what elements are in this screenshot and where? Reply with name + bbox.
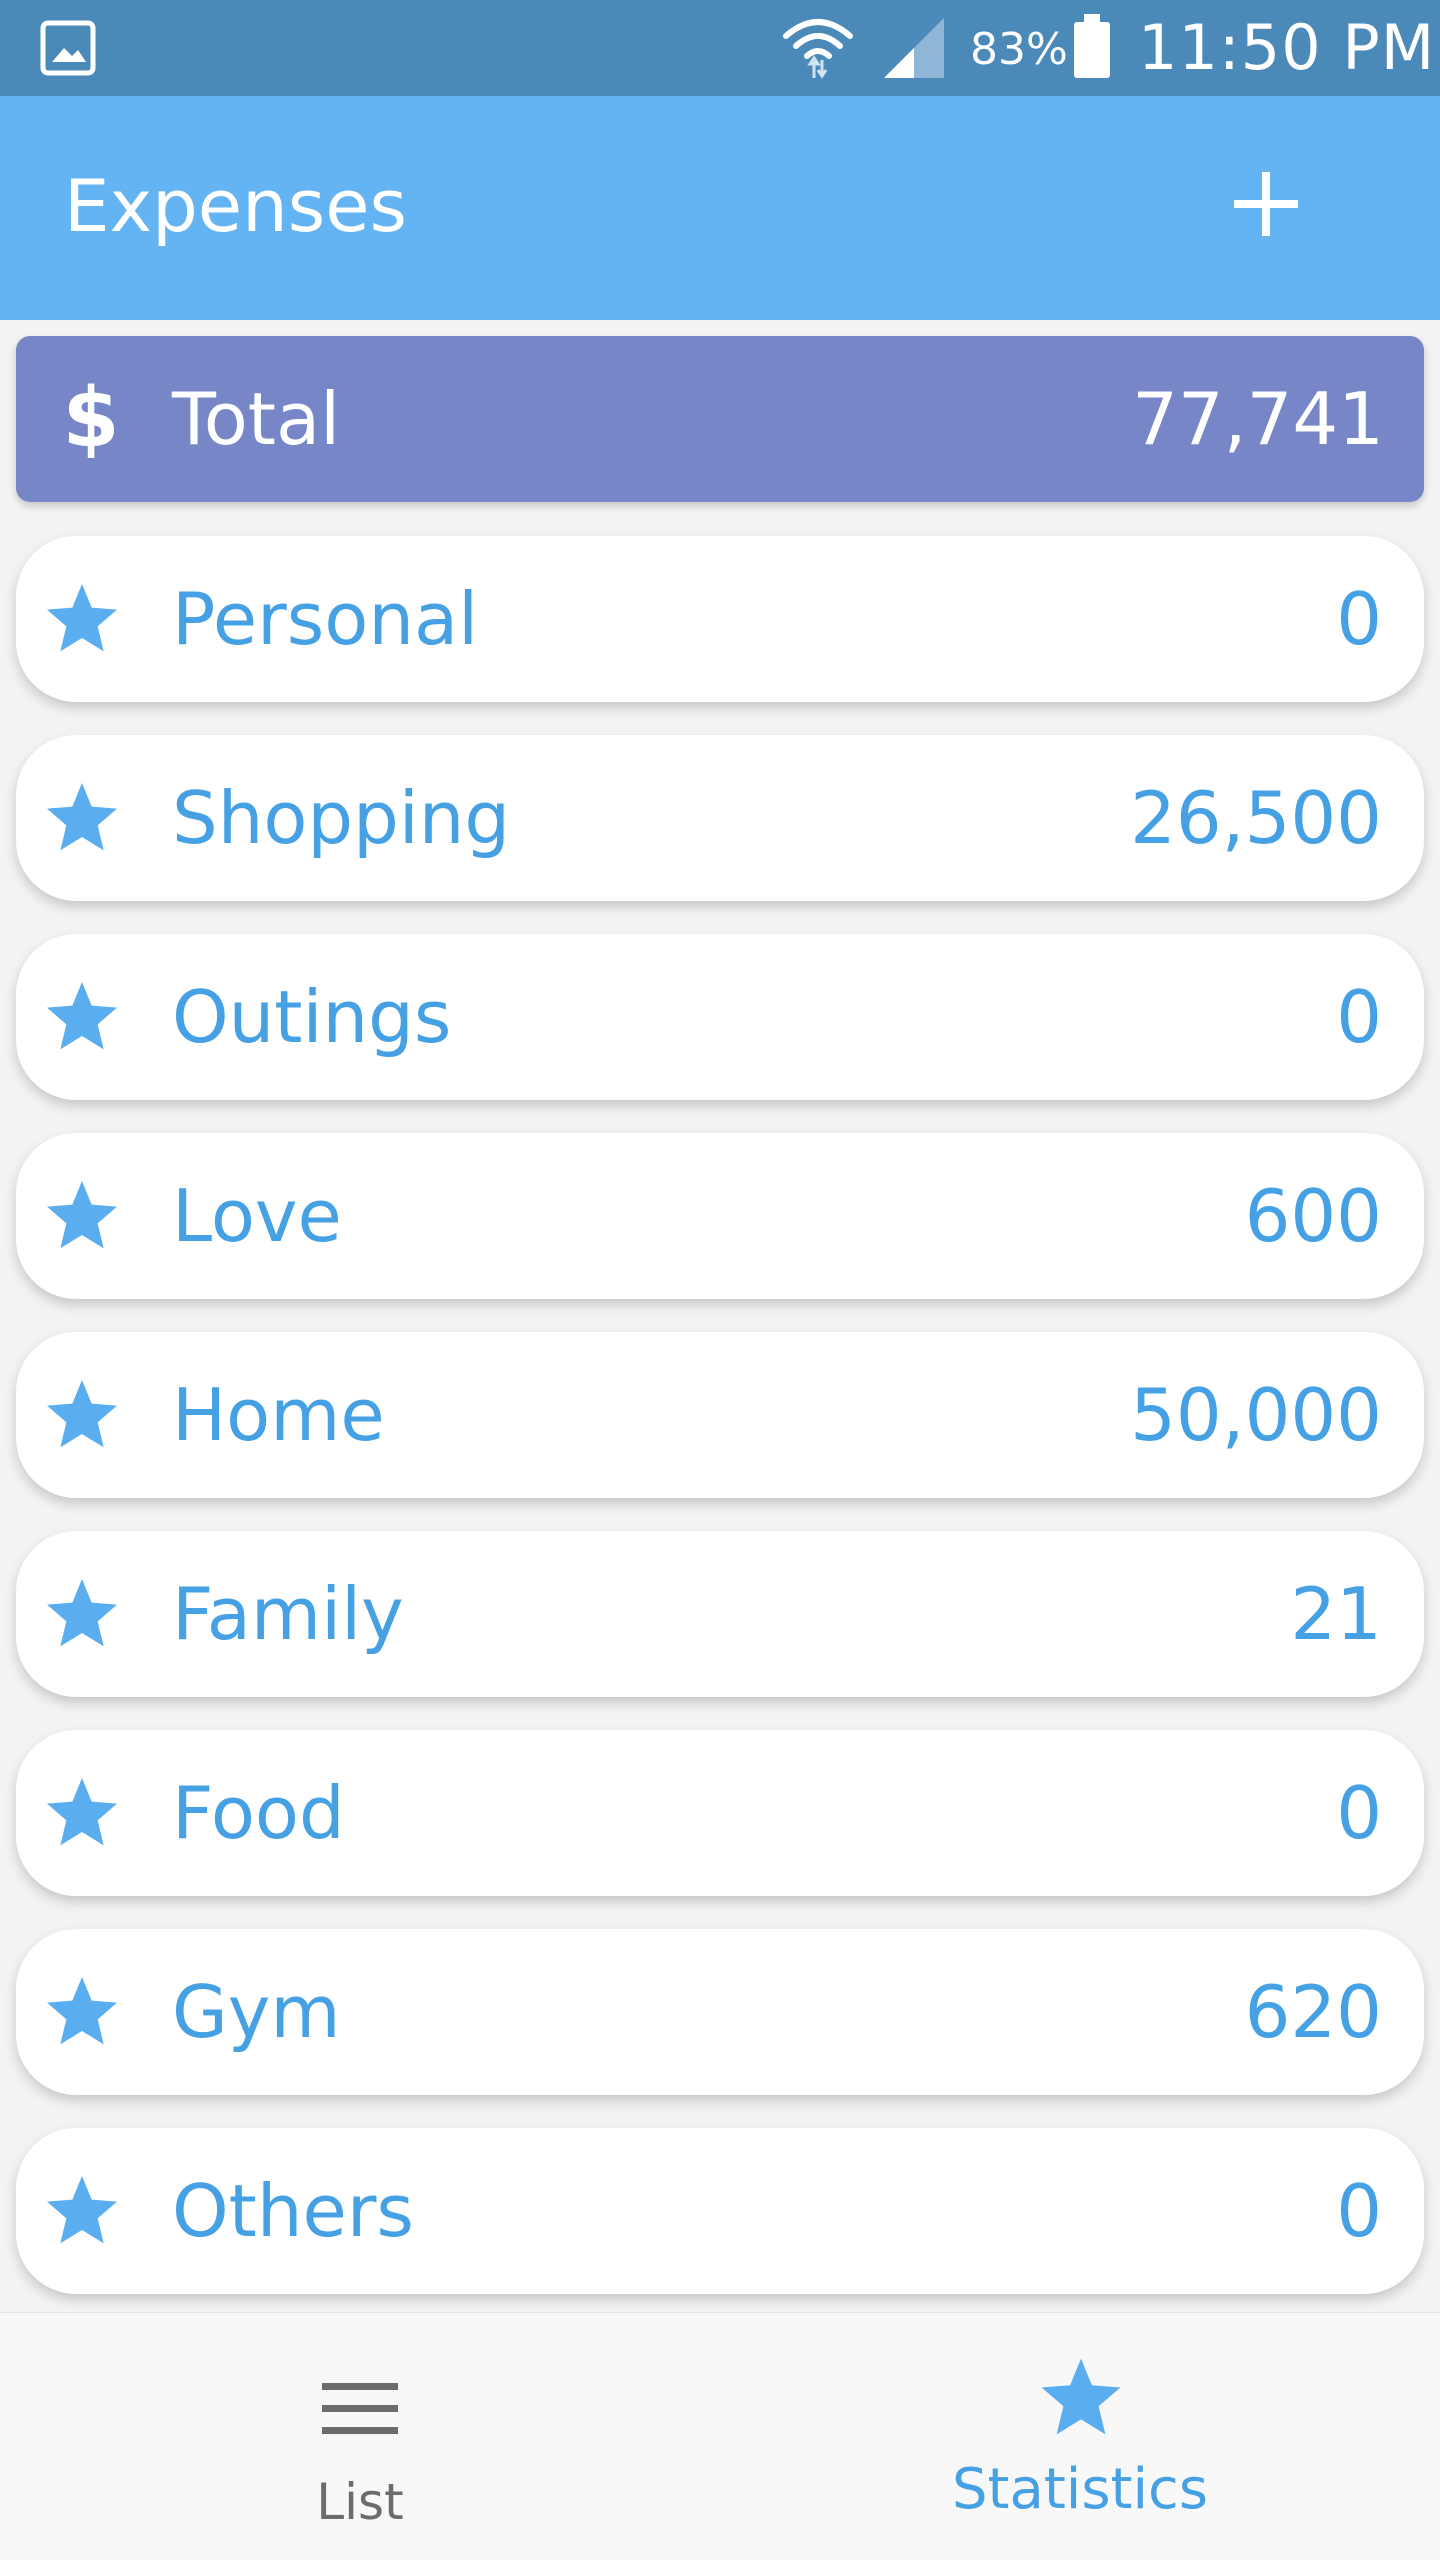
category-label: Home: [172, 1373, 385, 1457]
list-item[interactable]: Family 21: [16, 1531, 1424, 1697]
star-icon: [1041, 2358, 1121, 2435]
gallery-icon: [40, 20, 96, 76]
star-icon: [47, 2176, 117, 2244]
category-value: 0: [1336, 1771, 1382, 1855]
category-label: Outings: [172, 975, 452, 1059]
wifi-icon: [783, 19, 853, 79]
category-label: Gym: [172, 1970, 341, 2054]
page-title: Expenses: [64, 164, 408, 248]
category-label: Food: [172, 1771, 345, 1855]
list-item[interactable]: Food 0: [16, 1730, 1424, 1896]
status-bar: 83% 11:50 PM: [0, 0, 1440, 96]
dollar-icon: $: [62, 371, 120, 466]
star-icon: [47, 982, 117, 1050]
category-label: Personal: [172, 577, 479, 661]
category-value: 0: [1336, 975, 1382, 1059]
app-bar: Expenses: [0, 96, 1440, 320]
star-icon: [47, 1778, 117, 1846]
category-value: 620: [1244, 1970, 1382, 2054]
star-icon: [47, 783, 117, 851]
tab-statistics[interactable]: Statistics: [920, 2333, 1240, 2543]
star-icon: [47, 1977, 117, 2045]
list-item[interactable]: Love 600: [16, 1133, 1424, 1299]
category-label: Others: [172, 2169, 414, 2253]
battery-percent: 83%: [970, 24, 1068, 75]
list-item[interactable]: Home 50,000: [16, 1332, 1424, 1498]
total-label: Total: [172, 377, 341, 461]
list-item[interactable]: Gym 620: [16, 1929, 1424, 2095]
signal-icon: [884, 18, 944, 78]
list-item[interactable]: Others 0: [16, 2128, 1424, 2294]
category-label: Shopping: [172, 776, 511, 860]
list-item[interactable]: Outings 0: [16, 934, 1424, 1100]
category-value: 26,500: [1130, 776, 1382, 860]
menu-icon: [322, 2383, 398, 2434]
battery-icon: [1074, 14, 1110, 78]
tab-statistics-label: Statistics: [952, 2457, 1208, 2522]
star-icon: [47, 1579, 117, 1647]
plus-icon: [1234, 172, 1298, 236]
total-card[interactable]: $ Total 77,741: [16, 336, 1424, 502]
star-icon: [47, 1380, 117, 1448]
tab-list-label: List: [316, 2473, 404, 2531]
total-value: 77,741: [1132, 377, 1384, 461]
category-label: Family: [172, 1572, 404, 1656]
bottom-nav: List Statistics: [0, 2312, 1440, 2560]
status-time: 11:50 PM: [1138, 11, 1436, 84]
category-value: 50,000: [1130, 1373, 1382, 1457]
category-value: 0: [1336, 577, 1382, 661]
tab-list[interactable]: List: [240, 2333, 480, 2543]
category-value: 600: [1244, 1174, 1382, 1258]
star-icon: [47, 584, 117, 652]
category-label: Love: [172, 1174, 342, 1258]
add-button[interactable]: [1218, 156, 1314, 252]
category-value: 21: [1290, 1572, 1382, 1656]
list-item[interactable]: Personal 0: [16, 536, 1424, 702]
category-value: 0: [1336, 2169, 1382, 2253]
star-icon: [47, 1181, 117, 1249]
list-item[interactable]: Shopping 26,500: [16, 735, 1424, 901]
